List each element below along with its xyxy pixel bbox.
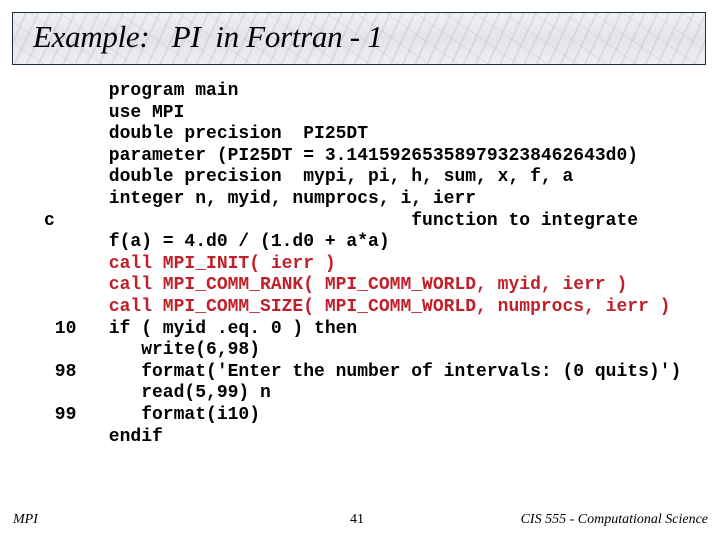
code-text: f(a) = 4.d0 / (1.d0 + a*a) — [108, 232, 390, 253]
code-text: read(5,99) n — [108, 383, 271, 404]
title-banner: Example: PI in Fortran - 1 — [12, 12, 706, 65]
code-line: endif — [44, 427, 681, 449]
code-line-mpi-call: call MPI_COMM_RANK( MPI_COMM_WORLD, myid… — [44, 275, 681, 297]
code-line: write(6,98) — [44, 340, 681, 362]
code-text: endif — [108, 426, 163, 447]
footer-topic: MPI — [13, 512, 38, 527]
code-line: c function to integrate — [44, 211, 681, 233]
code-line-mpi-call: call MPI_COMM_SIZE( MPI_COMM_WORLD, nump… — [44, 297, 681, 319]
code-line: f(a) = 4.d0 / (1.d0 + a*a) — [44, 232, 681, 254]
code-text: double precision PI25DT — [108, 124, 369, 145]
code-line: use MPI — [44, 103, 681, 125]
code-line: 99 format(i10) — [44, 405, 681, 427]
code-text: use MPI — [108, 102, 185, 123]
statement-label: c — [44, 210, 55, 231]
code-text: function to integrate — [108, 210, 639, 231]
code-line: program main — [44, 81, 681, 103]
code-text: call MPI_COMM_SIZE( MPI_COMM_WORLD, nump… — [108, 296, 671, 317]
code-text: integer n, myid, numprocs, i, ierr — [108, 188, 477, 209]
statement-label: 98 — [44, 361, 77, 382]
code-line-mpi-call: call MPI_INIT( ierr ) — [44, 254, 681, 276]
code-text: format('Enter the number of intervals: (… — [108, 361, 682, 382]
code-text: call MPI_COMM_RANK( MPI_COMM_WORLD, myid… — [108, 275, 628, 296]
code-text: parameter (PI25DT = 3.141592653589793238… — [108, 145, 639, 166]
footer-course: CIS 555 - Computational Science — [520, 512, 708, 527]
code-text: write(6,98) — [108, 340, 261, 361]
slide-title: Example: PI in Fortran - 1 — [33, 19, 383, 54]
page-number: 41 — [350, 512, 364, 527]
code-line: double precision mypi, pi, h, sum, x, f,… — [44, 167, 681, 189]
code-text: call MPI_INIT( ierr ) — [108, 253, 336, 274]
code-line: 10 if ( myid .eq. 0 ) then — [44, 319, 681, 341]
code-line: read(5,99) n — [44, 383, 681, 405]
code-line: 98 format('Enter the number of intervals… — [44, 361, 682, 384]
code-line: double precision PI25DT — [44, 124, 681, 146]
statement-label: 10 — [44, 318, 77, 339]
code-line: parameter (PI25DT = 3.141592653589793238… — [44, 146, 681, 168]
code-text: format(i10) — [108, 404, 261, 425]
code-text: double precision mypi, pi, h, sum, x, f,… — [108, 167, 574, 188]
code-line: integer n, myid, numprocs, i, ierr — [44, 189, 681, 211]
fortran-code-listing: program main use MPI double precision PI25… — [44, 81, 681, 448]
code-text: if ( myid .eq. 0 ) then — [108, 318, 358, 339]
statement-label: 99 — [44, 404, 77, 425]
code-text: program main — [108, 81, 239, 101]
